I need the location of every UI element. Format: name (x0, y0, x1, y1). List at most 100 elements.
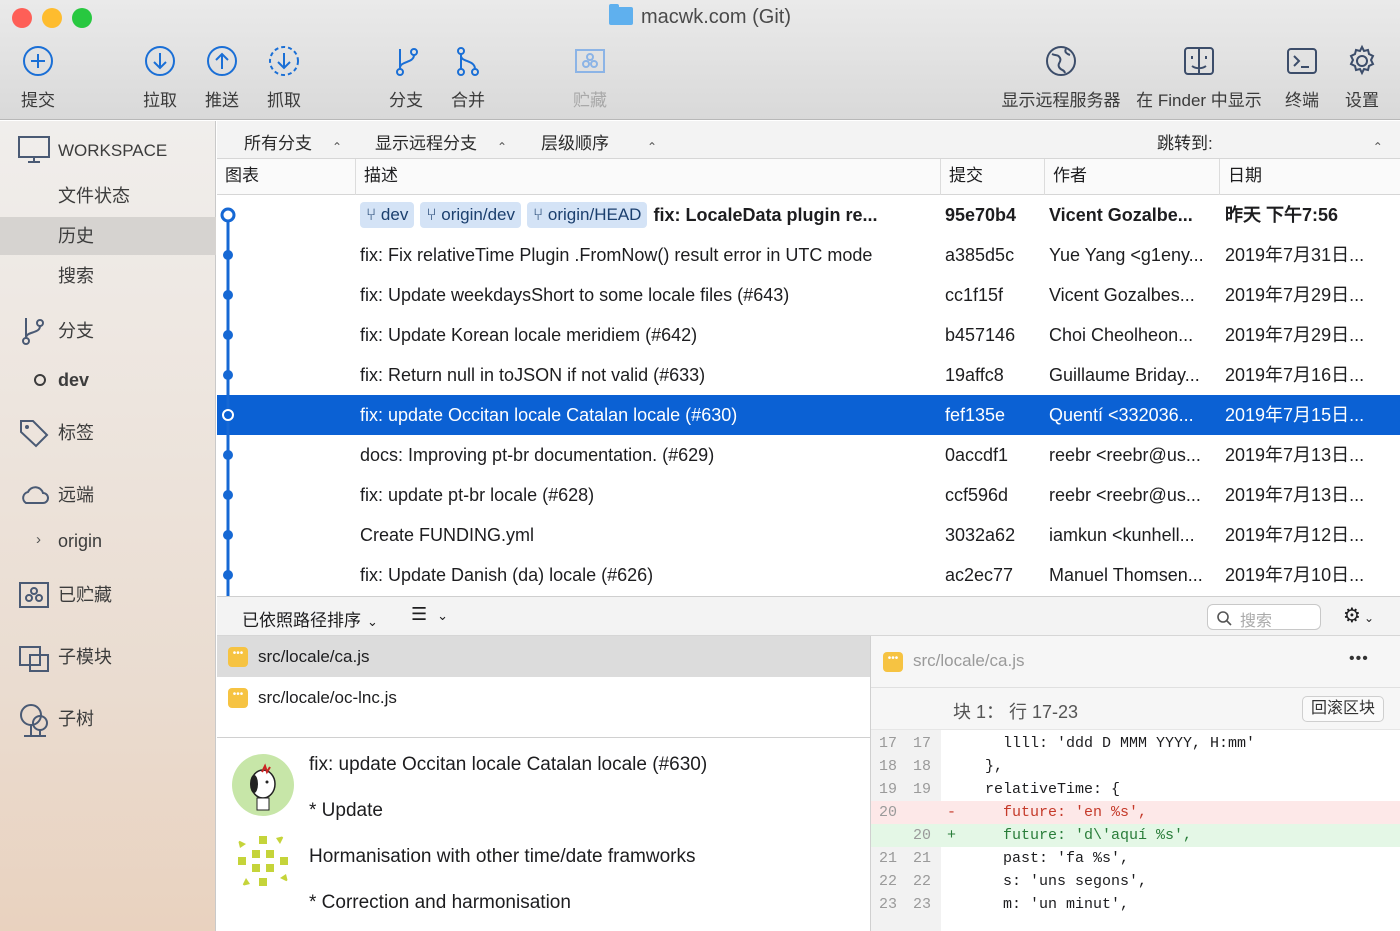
more-options-button[interactable]: ••• (1349, 650, 1369, 668)
commit-row[interactable]: fix: Fix relativeTime Plugin .FromNow() … (217, 235, 1400, 275)
commit-row[interactable]: fix: Update weekdaysShort to some locale… (217, 275, 1400, 315)
sidebar-item-file-status[interactable]: 文件状态 (0, 177, 216, 215)
commit-date: 昨天 下午7:56 (1225, 205, 1339, 225)
view-mode-dropdown[interactable]: ☰ ⌄ (411, 604, 448, 625)
folder-icon (609, 4, 633, 25)
commit-description: fix: Update Danish (da) locale (#626) (360, 555, 935, 595)
new-line-number: 18 (913, 758, 932, 775)
branch-icon (396, 48, 418, 76)
branch-tag[interactable]: ⑂ origin/dev (420, 202, 521, 228)
diff-file-name: src/locale/ca.js (913, 651, 1025, 670)
file-search-input[interactable]: 搜索 (1207, 604, 1321, 630)
sidebar-section-branches[interactable]: 分支 (0, 311, 216, 351)
commit-description: ⑂ dev ⑂ origin/dev ⑂ origin/HEAD fix: Local… (360, 195, 935, 235)
commit-description: Create FUNDING.yml (360, 515, 935, 555)
commit-row[interactable]: docs: Improving pt-br documentation. (#6… (217, 435, 1400, 475)
sidebar-item-search[interactable]: 搜索 (0, 257, 216, 295)
push-button[interactable]: 推送 (200, 44, 244, 111)
file-row[interactable]: ••• src/locale/ca.js (217, 636, 870, 677)
branch-button[interactable]: 分支 (384, 44, 428, 111)
commit-message: docs: Improving pt-br documentation. (#6… (360, 445, 715, 465)
commit-row[interactable]: fix: Update Danish (da) locale (#626) ac2… (217, 555, 1400, 595)
file-list-toolbar: 已依照路径排序 ⌄ ☰ ⌄ 搜索 ⚙ ⌄ (217, 596, 1400, 636)
sidebar-section-stashes[interactable]: 已贮藏 (0, 575, 216, 615)
current-branch-indicator-icon (34, 374, 46, 386)
arrow-down-circle-icon (145, 46, 175, 76)
diff-line: 21 21 past: 'fa %s', (871, 847, 1400, 870)
diff-code: llll: 'ddd D MMM YYYY, H:mm' (967, 735, 1256, 752)
diff-file-header: ••• src/locale/ca.js ••• (871, 636, 1400, 688)
sidebar-item-history[interactable]: 历史 (0, 217, 216, 255)
branch-tag[interactable]: ⑂ dev (360, 202, 415, 228)
show-in-finder-button[interactable]: 在 Finder 中显示 (1132, 44, 1266, 111)
diff-code: m: 'un minut', (967, 896, 1130, 913)
diff-line: 20 + future: 'd\'aquí %s', (871, 824, 1400, 847)
commit-author: Vicent Gozalbes... (1049, 285, 1195, 305)
commit-button[interactable]: 提交 (16, 44, 60, 111)
commit-hash: 0accdf1 (945, 445, 1009, 465)
old-line-number: 23 (879, 896, 898, 913)
show-remote-button[interactable]: 显示远程服务器 (998, 44, 1124, 111)
fetch-button[interactable]: 抓取 (262, 44, 306, 111)
pull-button[interactable]: 拉取 (138, 44, 182, 111)
sourcetree-window: macwk.com (Git) 提交 拉取 推送 抓取 分支 合并 贮藏 显示远… (0, 0, 1400, 931)
sidebar-section-submodules[interactable]: 子模块 (0, 637, 216, 677)
gear-icon (1349, 44, 1375, 76)
column-description[interactable]: 描述 (355, 159, 940, 195)
commit-hash: ccf596d (945, 485, 1009, 505)
finder-icon (1184, 47, 1214, 75)
sidebar-item-remote-origin[interactable]: › origin (0, 522, 216, 560)
stash-icon (575, 49, 605, 73)
revert-hunk-button[interactable]: 回滚区块 (1302, 696, 1385, 722)
graph-node (223, 370, 233, 380)
commit-row[interactable]: Create FUNDING.yml 3032a62 iamkun <kunhell… (217, 515, 1400, 555)
commit-message: fix: Fix relativeTime Plugin .FromNow() … (360, 245, 873, 265)
file-row[interactable]: ••• src/locale/oc-lnc.js (217, 677, 870, 718)
commit-message: fix: update pt-br locale (#628) (360, 485, 595, 505)
diff-marker: - (947, 804, 957, 821)
commit-description: fix: update pt-br locale (#628) (360, 475, 935, 515)
commit-row[interactable]: fix: update pt-br locale (#628) ccf596d re… (217, 475, 1400, 515)
sort-dropdown[interactable]: 已依照路径排序 ⌄ (242, 606, 378, 631)
commit-date: 2019年7月31日... (1225, 245, 1365, 265)
new-line-number: 17 (913, 735, 932, 752)
column-author[interactable]: 作者 (1044, 159, 1219, 195)
commit-author: Quentí <332036... (1049, 405, 1194, 425)
commit-author: Guillaume Briday... (1049, 365, 1200, 385)
diff-line: 20 - future: 'en %s', (871, 801, 1400, 824)
file-options-button[interactable]: ⚙ ⌄ (1343, 603, 1374, 628)
commit-row[interactable]: fix: Update Korean locale meridiem (#642… (217, 315, 1400, 355)
column-graph[interactable]: 图表 (217, 159, 355, 195)
new-line-number: 21 (913, 850, 932, 867)
commit-hash: 3032a62 (945, 525, 1016, 545)
commit-row[interactable]: fix: Return null in toJSON if not valid … (217, 355, 1400, 395)
commit-description: fix: update Occitan locale Catalan local… (360, 395, 935, 435)
diff-line: 17 17 llll: 'ddd D MMM YYYY, H:mm' (871, 732, 1400, 755)
column-date[interactable]: 日期 (1219, 159, 1389, 195)
branch-tag[interactable]: ⑂ origin/HEAD (526, 202, 648, 228)
graph-node-selected (222, 409, 234, 421)
sidebar-section-tags[interactable]: 标签 (0, 413, 216, 453)
sidebar-section-remotes[interactable]: 远端 (0, 475, 216, 515)
sidebar-section-subtrees[interactable]: 子树 (0, 699, 216, 739)
search-icon (1217, 611, 1232, 626)
fetch-dashed-circle-icon (269, 46, 299, 76)
diff-marker: + (947, 827, 957, 844)
modified-file-icon: ••• (883, 652, 903, 672)
graph-node (223, 250, 233, 260)
old-line-number: 21 (879, 850, 898, 867)
terminal-icon (1287, 48, 1317, 74)
commit-row[interactable]: fix: update Occitan locale Catalan local… (217, 395, 1400, 435)
commit-author: Yue Yang <g1eny... (1049, 245, 1204, 265)
commit-date: 2019年7月13日... (1225, 485, 1365, 505)
merge-button[interactable]: 合并 (446, 44, 490, 111)
terminal-button[interactable]: 终端 (1280, 44, 1324, 111)
sidebar-item-branch-dev[interactable]: dev (0, 361, 216, 399)
stash-button[interactable]: 贮藏 (568, 44, 612, 111)
settings-button[interactable]: 设置 (1340, 44, 1384, 111)
commit-date: 2019年7月29日... (1225, 285, 1365, 305)
column-commit[interactable]: 提交 (940, 159, 1044, 195)
commit-row[interactable]: ⑂ dev ⑂ origin/dev ⑂ origin/HEAD fix: Local… (217, 195, 1400, 235)
cloud-icon (22, 486, 49, 504)
commit-hash: fef135e (945, 405, 1006, 425)
